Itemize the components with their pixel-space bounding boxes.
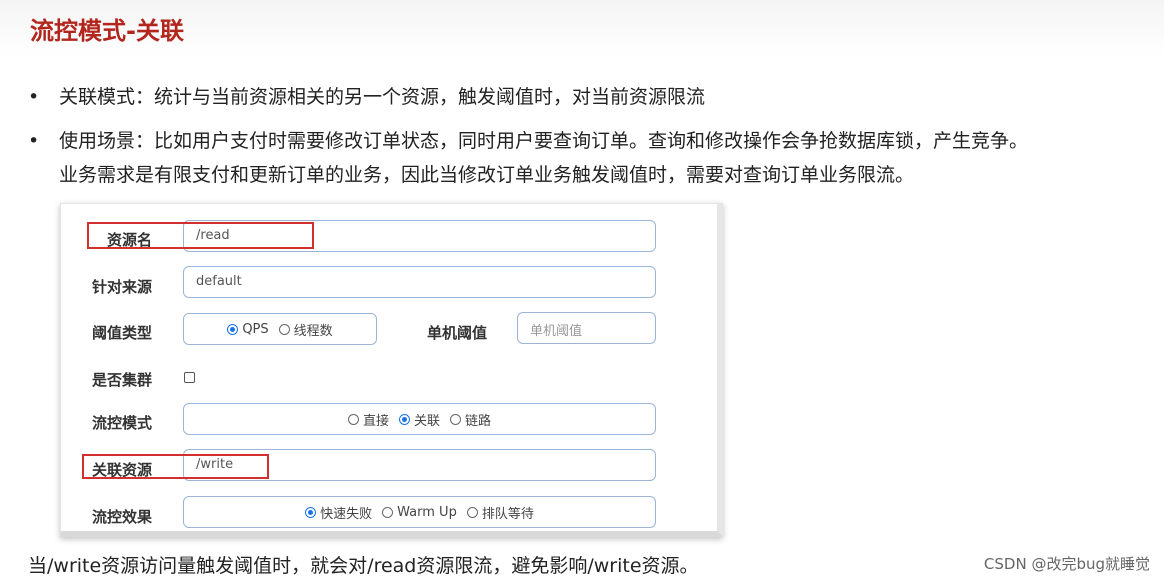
radio-option-chain[interactable]: 链路 [450,410,491,429]
single-threshold-label: 单机阈值 [427,324,488,342]
radio-empty-icon [466,506,478,518]
flow-effect-label: 流控效果 [92,508,153,526]
radio-label: Warm Up [397,504,457,520]
bullet-line: 业务需求是有限支付和更新订单的业务，因此当修改订单业务触发阈值时，需要对查询订单… [59,164,915,186]
radio-option-queue[interactable]: 排队等待 [466,503,534,522]
footer-text: 当/write资源访问量触发阈值时，就会对/read资源限流，避免影响/writ… [28,555,699,577]
flow-effect-radio-group: 快速失败 Warm Up 排队等待 [183,496,656,528]
radio-label: 链路 [465,413,492,429]
radio-label: QPS [242,321,269,337]
bullet-line: 关联模式：统计与当前资源相关的另一个资源，触发阈值时，对当前资源限流 [59,86,706,108]
flow-mode-radio-group: 直接 关联 链路 [183,403,656,435]
page-title: 流控模式-关联 [30,17,184,45]
threshold-type-label: 阈值类型 [92,324,153,342]
single-threshold-input[interactable]: 单机阈值 [517,312,656,344]
bullet-item: • 关联模式：统计与当前资源相关的另一个资源，触发阈值时，对当前资源限流 [28,80,1148,114]
radio-selected-icon [227,323,239,335]
radio-empty-icon [382,506,394,518]
radio-option-qps[interactable]: QPS [227,321,269,337]
radio-empty-icon [450,413,461,425]
radio-label: 快速失败 [320,506,373,522]
cluster-checkbox[interactable] [184,372,195,383]
radio-option-warm-up[interactable]: Warm Up [382,505,457,520]
radio-selected-icon [305,506,317,518]
radio-selected-icon [398,413,410,425]
bullet-dot-icon: • [28,130,40,152]
radio-label: 直接 [362,413,389,429]
flow-rule-form-screenshot: 资源名 /read 针对来源 default 阈值类型 QPS 线程数 单机阈值… [60,203,723,537]
bullet-list: • 关联模式：统计与当前资源相关的另一个资源，触发阈值时，对当前资源限流 • 使… [28,80,1148,192]
radio-empty-icon [278,323,290,335]
radio-option-direct[interactable]: 直接 [347,410,389,429]
limit-app-input[interactable]: default [183,266,656,298]
radio-label: 线程数 [293,323,333,339]
flow-mode-label: 流控模式 [92,414,153,432]
limit-app-label: 针对来源 [92,278,153,296]
highlight-box [87,222,314,249]
highlight-box [82,454,269,479]
watermark: CSDN @改完bug就睡觉 [983,555,1150,573]
radio-label: 排队等待 [481,506,534,522]
radio-label: 关联 [413,413,440,429]
radio-option-relate[interactable]: 关联 [398,410,440,429]
radio-option-thread[interactable]: 线程数 [278,320,333,339]
cluster-label: 是否集群 [92,371,153,389]
radio-option-fast-fail[interactable]: 快速失败 [305,503,372,522]
threshold-type-radio-group: QPS 线程数 [183,313,377,345]
bullet-item: • 使用场景：比如用户支付时需要修改订单状态，同时用户要查询订单。查询和修改操作… [28,124,1148,192]
bullet-line: 使用场景：比如用户支付时需要修改订单状态，同时用户要查询订单。查询和修改操作会争… [59,130,1029,152]
bullet-dot-icon: • [28,86,40,108]
radio-empty-icon [347,413,359,425]
